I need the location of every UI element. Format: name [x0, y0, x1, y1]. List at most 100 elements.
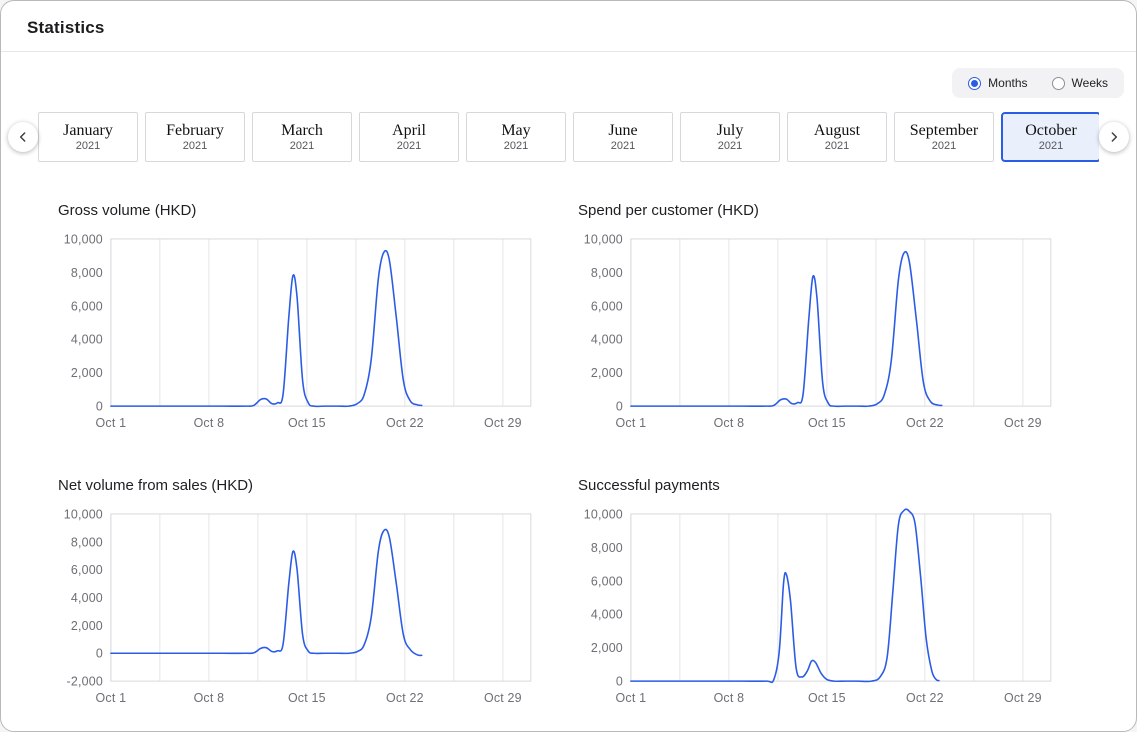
svg-text:2,000: 2,000	[591, 641, 623, 655]
svg-text:0: 0	[616, 400, 623, 414]
page-header: Statistics	[1, 1, 1136, 52]
svg-text:8,000: 8,000	[591, 541, 623, 555]
chart-title: Spend per customer (HKD)	[578, 202, 1055, 219]
month-year: 2021	[397, 140, 421, 153]
month-name: July	[717, 121, 744, 140]
chart-plot: 10,000 8,000 6,000 4,000 2,000 0 Oct 1 Oct 8 Oct…	[577, 502, 1055, 707]
svg-text:2,000: 2,000	[71, 366, 103, 380]
svg-text:6,000: 6,000	[71, 563, 103, 577]
svg-text:Oct 29: Oct 29	[484, 691, 522, 705]
svg-text:8,000: 8,000	[71, 266, 103, 280]
month-name: September	[910, 121, 978, 140]
svg-text:Oct 1: Oct 1	[616, 691, 647, 705]
charts-grid: Gross volume (HKD)10,0008,0006,0004,0002…	[57, 202, 1053, 712]
svg-text:Oct 8: Oct 8	[714, 416, 745, 430]
month-name: February	[166, 121, 224, 140]
svg-text:Oct 1: Oct 1	[96, 416, 127, 430]
month-year: 2021	[76, 140, 100, 153]
month-item-august[interactable]: August2021	[787, 112, 887, 162]
svg-text:10,000: 10,000	[64, 507, 103, 521]
chart-2: Spend per customer (HKD) 10,000 8,000 6,000…	[577, 202, 1055, 437]
view-toggle: Months Weeks	[952, 68, 1124, 98]
month-year: 2021	[504, 140, 528, 153]
svg-text:Oct 15: Oct 15	[288, 691, 326, 705]
radio-unselected-icon	[1052, 77, 1065, 90]
svg-text:10,000: 10,000	[64, 232, 103, 246]
chart-3: Net volume from sales (HKD) 10,000 8,000 6,…	[57, 477, 535, 712]
month-name: October	[1025, 121, 1077, 140]
month-item-april[interactable]: April2021	[359, 112, 459, 162]
month-name: January	[63, 121, 113, 140]
svg-text:10,000: 10,000	[584, 507, 623, 521]
svg-text:Oct 29: Oct 29	[1004, 691, 1042, 705]
chart-4: Successful payments 10,000 8,000 6,000 4,000…	[577, 477, 1055, 712]
month-name: May	[501, 121, 530, 140]
month-item-february[interactable]: February2021	[145, 112, 245, 162]
month-name: April	[392, 121, 426, 140]
svg-text:2,000: 2,000	[71, 619, 103, 633]
svg-text:Oct 8: Oct 8	[194, 691, 225, 705]
month-item-september[interactable]: September2021	[894, 112, 994, 162]
chart-title: Net volume from sales (HKD)	[58, 477, 535, 494]
radio-selected-icon	[968, 77, 981, 90]
svg-text:0: 0	[616, 675, 623, 689]
month-year: 2021	[825, 140, 849, 153]
month-year: 2021	[183, 140, 207, 153]
chart-plot: 10,0008,0006,0004,0002,0000-2,000Oct 1Oc…	[57, 502, 535, 707]
svg-text:6,000: 6,000	[591, 299, 623, 313]
month-item-june[interactable]: June2021	[573, 112, 673, 162]
month-item-january[interactable]: January2021	[38, 112, 138, 162]
svg-text:Oct 8: Oct 8	[194, 416, 225, 430]
chevron-right-icon	[1106, 129, 1122, 145]
svg-text:Oct 8: Oct 8	[714, 691, 745, 705]
month-carousel-track: January2021February2021March2021April202…	[38, 112, 1099, 162]
svg-text:Oct 15: Oct 15	[288, 416, 326, 430]
month-carousel: January2021February2021March2021April202…	[1, 112, 1136, 162]
svg-text:Oct 1: Oct 1	[616, 416, 647, 430]
svg-text:8,000: 8,000	[71, 535, 103, 549]
toggle-months-label: Months	[988, 76, 1027, 90]
svg-text:4,000: 4,000	[591, 608, 623, 622]
svg-text:Oct 29: Oct 29	[1004, 416, 1042, 430]
svg-text:Oct 22: Oct 22	[906, 691, 944, 705]
month-name: June	[608, 121, 637, 140]
month-name: August	[814, 121, 860, 140]
svg-text:Oct 29: Oct 29	[484, 416, 522, 430]
month-item-march[interactable]: March2021	[252, 112, 352, 162]
svg-text:10,000: 10,000	[584, 232, 623, 246]
svg-text:4,000: 4,000	[71, 333, 103, 347]
toggle-option-weeks[interactable]: Weeks	[1052, 76, 1108, 90]
month-item-july[interactable]: July2021	[680, 112, 780, 162]
month-item-october[interactable]: October2021	[1001, 112, 1099, 162]
chart-1: Gross volume (HKD)10,0008,0006,0004,0002…	[57, 202, 535, 437]
chart-title: Successful payments	[578, 477, 1055, 494]
svg-text:Oct 22: Oct 22	[906, 416, 944, 430]
chart-plot: 10,000 8,000 6,000 4,000 2,000 0 Oct 1 Oct 8 Oct…	[577, 227, 1055, 432]
svg-text:Oct 1: Oct 1	[96, 691, 127, 705]
month-name: March	[281, 121, 323, 140]
chevron-left-icon	[15, 129, 31, 145]
svg-text:0: 0	[96, 647, 103, 661]
toggle-option-months[interactable]: Months	[968, 76, 1027, 90]
svg-text:4,000: 4,000	[591, 333, 623, 347]
chart-plot: 10,000 8,000 6,000 4,000 2,000 0 Oct 1 Oct 8 Oct…	[57, 227, 535, 432]
svg-text:6,000: 6,000	[591, 574, 623, 588]
month-item-may[interactable]: May2021	[466, 112, 566, 162]
month-year: 2021	[718, 140, 742, 153]
svg-text:2,000: 2,000	[591, 366, 623, 380]
svg-text:Oct 15: Oct 15	[808, 416, 846, 430]
svg-text:8,000: 8,000	[591, 266, 623, 280]
toggle-weeks-label: Weeks	[1072, 76, 1108, 90]
svg-text:Oct 22: Oct 22	[386, 416, 424, 430]
svg-text:0: 0	[96, 400, 103, 414]
svg-text:-2,000: -2,000	[67, 675, 103, 689]
carousel-prev-button[interactable]	[8, 122, 38, 152]
toolbar: Months Weeks	[1, 52, 1136, 98]
svg-text:6,000: 6,000	[71, 299, 103, 313]
svg-text:Oct 15: Oct 15	[808, 691, 846, 705]
svg-text:Oct 22: Oct 22	[386, 691, 424, 705]
statistics-page: Statistics Months Weeks January2021Febru…	[0, 0, 1137, 732]
carousel-next-button[interactable]	[1099, 122, 1129, 152]
page-title: Statistics	[27, 18, 1110, 38]
month-year: 2021	[290, 140, 314, 153]
